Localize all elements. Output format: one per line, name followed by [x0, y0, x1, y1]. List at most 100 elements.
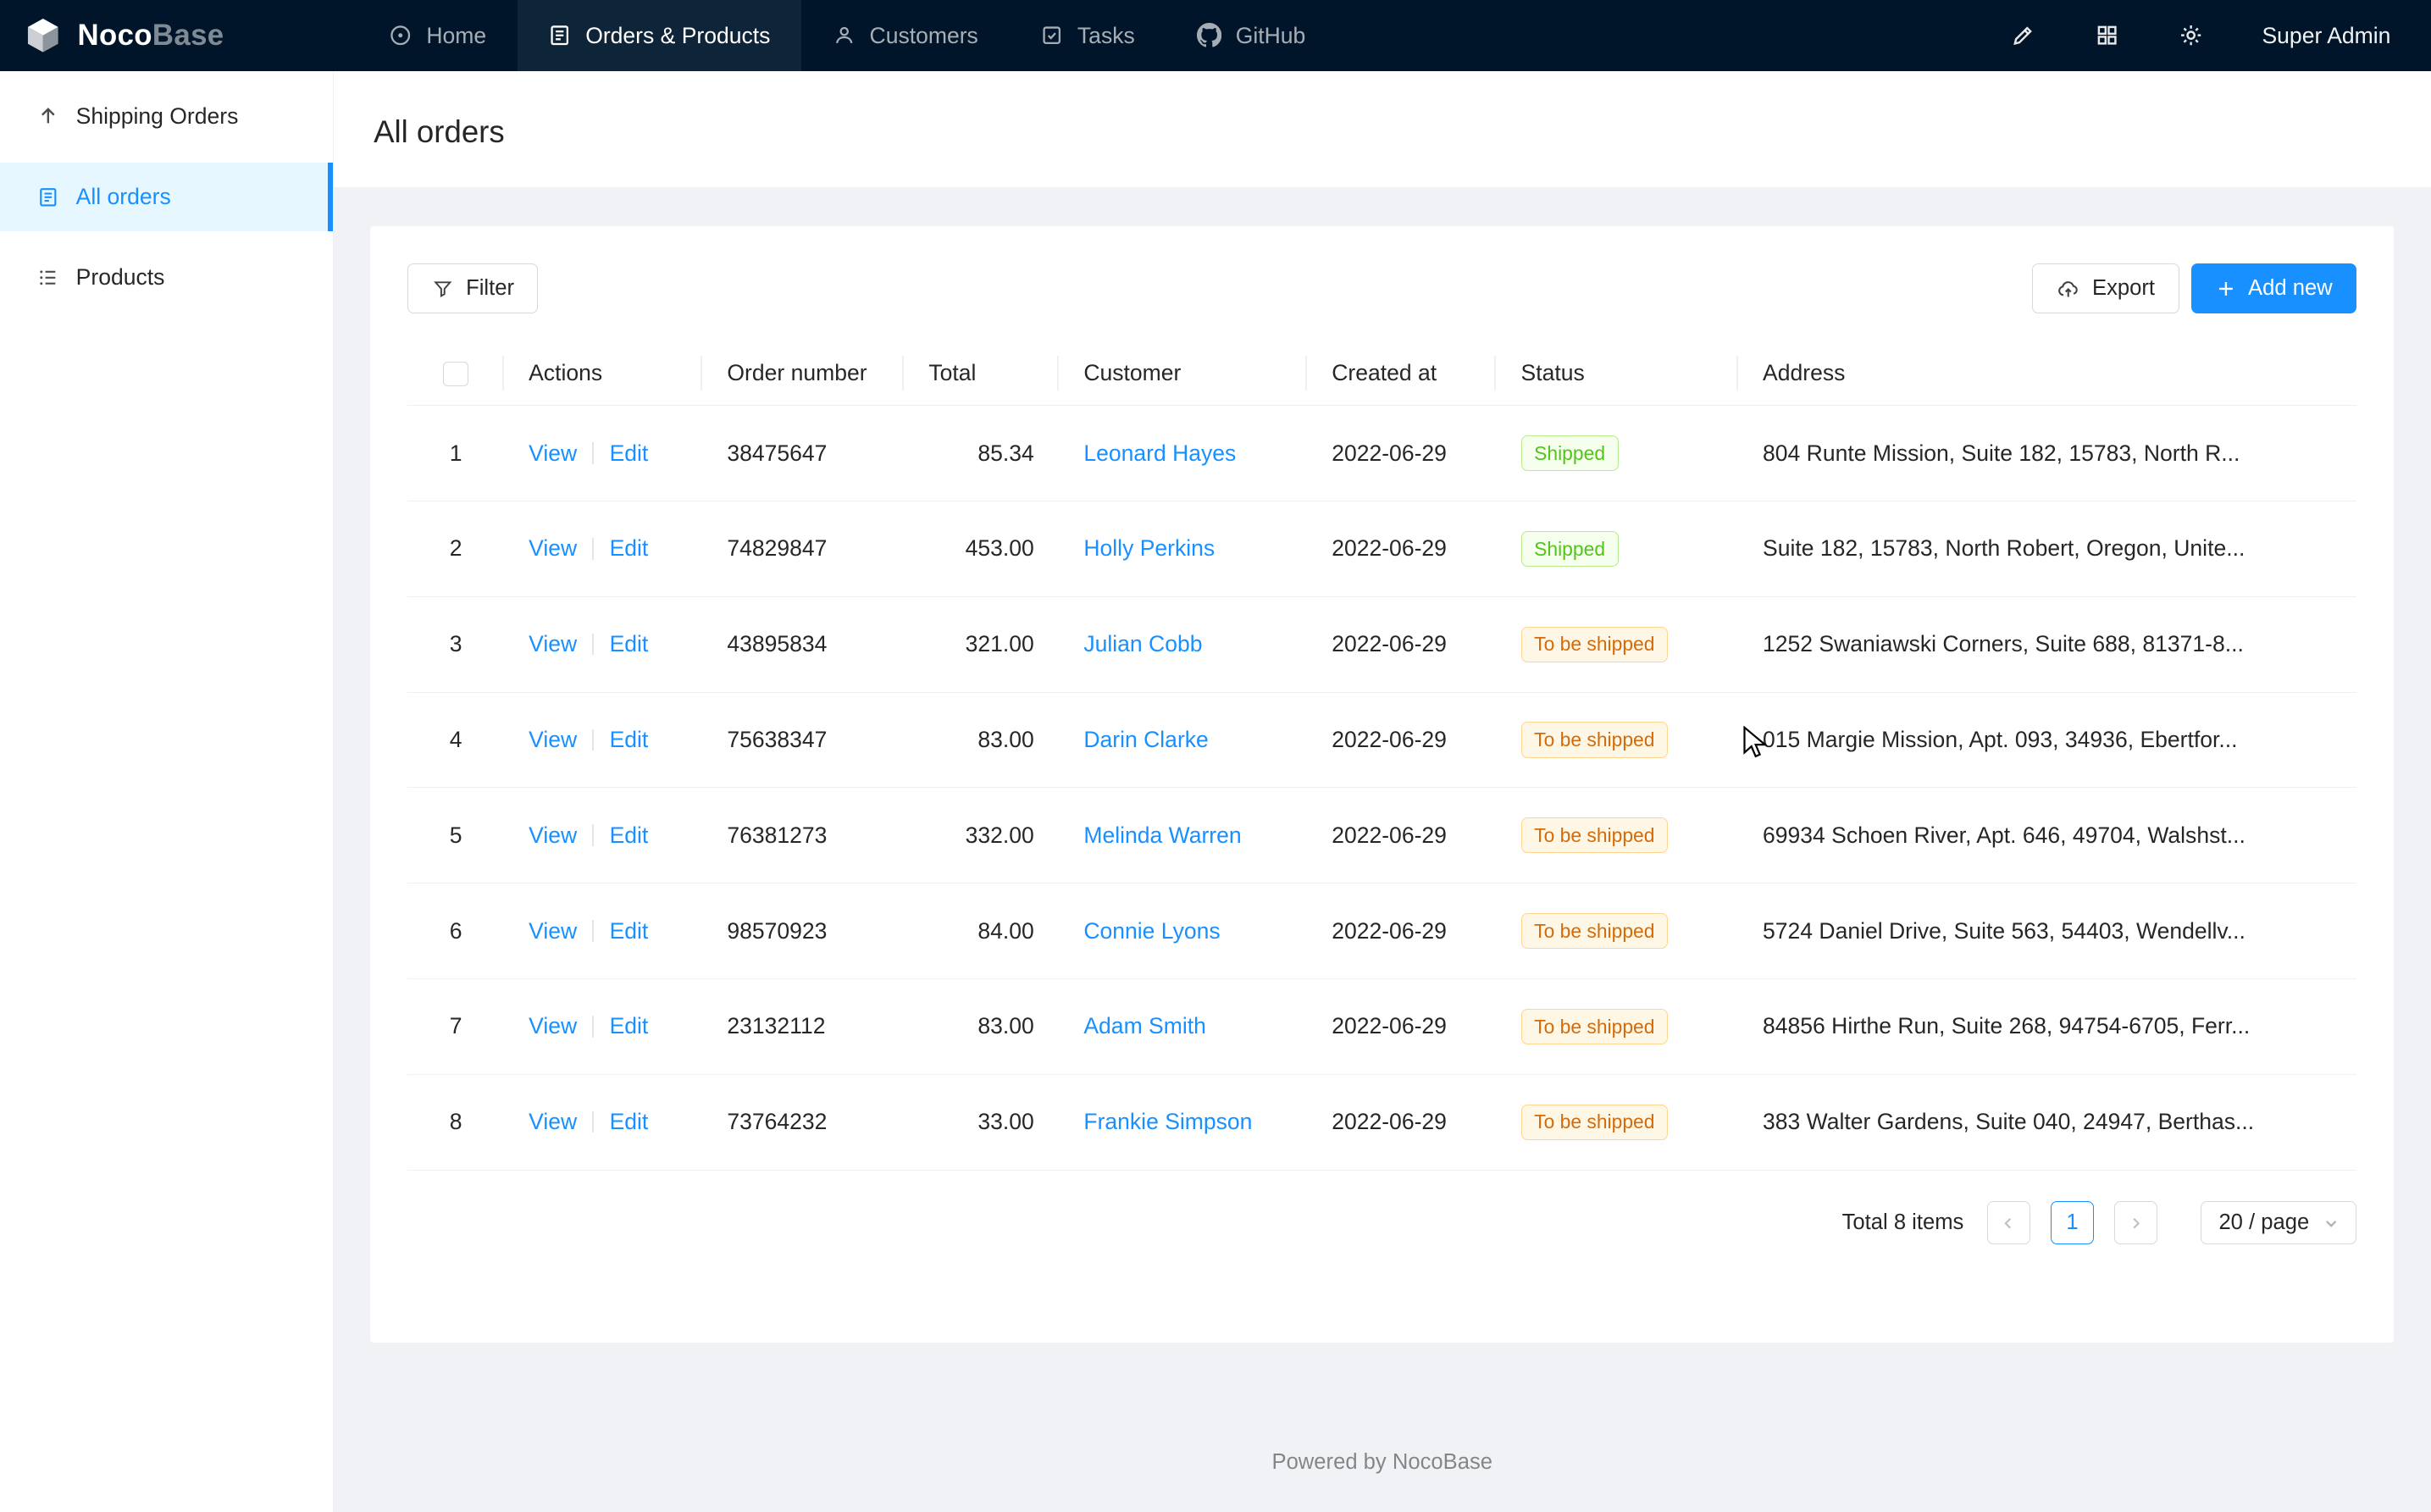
page-title: All orders [374, 110, 2390, 153]
row-index: 2 [407, 501, 503, 596]
view-link[interactable]: View [529, 822, 577, 849]
home-icon [389, 24, 412, 47]
filter-button[interactable]: Filter [407, 263, 538, 313]
settings-gear-icon[interactable] [2179, 23, 2203, 47]
total-cell: 321.00 [904, 596, 1059, 692]
body-row: Shipping Orders All orders Products All … [0, 71, 2431, 1511]
unordered-list-icon [37, 267, 59, 289]
view-link[interactable]: View [529, 1109, 577, 1135]
table-toolbar: Filter Export [407, 263, 2356, 313]
nav-item-label: Home [426, 23, 486, 49]
nocobase-cube-icon [23, 15, 64, 56]
order-number-cell: 73764232 [702, 1074, 904, 1170]
pagination-page-1[interactable]: 1 [2051, 1201, 2094, 1244]
view-link[interactable]: View [529, 727, 577, 753]
orders-table: Actions Order number Total Customer Crea… [407, 341, 2356, 1171]
nav-item-orders-products[interactable]: Orders & Products [518, 0, 801, 71]
sidebar-item-all-orders[interactable]: All orders [0, 163, 333, 231]
status-badge: To be shipped [1521, 627, 1669, 662]
total-cell: 83.00 [904, 978, 1059, 1074]
created-at-cell: 2022-06-29 [1307, 883, 1496, 979]
sidebar-item-products[interactable]: Products [0, 243, 333, 312]
customer-link[interactable]: Holly Perkins [1083, 535, 1215, 561]
edit-link[interactable]: Edit [610, 535, 649, 562]
edit-link[interactable]: Edit [610, 1109, 649, 1135]
nav-item-customers[interactable]: Customers [801, 0, 1009, 71]
action-divider [592, 824, 594, 846]
address-cell: 015 Margie Mission, Apt. 093, 34936, Ebe… [1738, 692, 2356, 788]
pagination-next-button[interactable] [2114, 1201, 2157, 1244]
column-header-actions: Actions [504, 341, 702, 406]
row-index: 1 [407, 406, 503, 501]
sidebar-item-label: Shipping Orders [76, 103, 239, 130]
created-at-cell: 2022-06-29 [1307, 692, 1496, 788]
orders-card: Filter Export [370, 226, 2394, 1343]
pagination-prev-button[interactable] [1987, 1201, 2030, 1244]
sidebar-item-label: Products [76, 264, 165, 291]
page-size-value: 20 / page [2218, 1210, 2309, 1235]
action-divider [592, 920, 594, 942]
edit-link[interactable]: Edit [610, 631, 649, 657]
status-badge: To be shipped [1521, 1105, 1669, 1140]
table-row: 1 View Edit 38475647 85.34 Leonard Haye [407, 406, 2356, 501]
address-cell: 69934 Schoen River, Apt. 646, 49704, Wal… [1738, 788, 2356, 883]
view-link[interactable]: View [529, 918, 577, 944]
edit-link[interactable]: Edit [610, 727, 649, 753]
customer-link[interactable]: Darin Clarke [1083, 727, 1208, 752]
view-link[interactable]: View [529, 440, 577, 467]
action-divider [592, 442, 594, 464]
row-index: 6 [407, 883, 503, 979]
orders-products-icon [548, 24, 571, 47]
row-index: 4 [407, 692, 503, 788]
created-at-cell: 2022-06-29 [1307, 788, 1496, 883]
created-at-cell: 2022-06-29 [1307, 596, 1496, 692]
edit-link[interactable]: Edit [610, 440, 649, 467]
customer-link[interactable]: Frankie Simpson [1083, 1109, 1252, 1134]
created-at-cell: 2022-06-29 [1307, 501, 1496, 596]
export-button-label: Export [2092, 276, 2155, 301]
add-new-button[interactable]: Add new [2191, 263, 2356, 313]
edit-link[interactable]: Edit [610, 822, 649, 849]
nav-item-tasks[interactable]: Tasks [1009, 0, 1166, 71]
customer-link[interactable]: Adam Smith [1083, 1013, 1206, 1038]
tasks-icon [1040, 24, 1063, 47]
edit-link[interactable]: Edit [610, 1013, 649, 1039]
plugin-blocks-grid-icon[interactable] [2095, 23, 2119, 47]
column-header-created-at: Created at [1307, 341, 1496, 406]
action-divider [592, 729, 594, 751]
select-all-checkbox[interactable] [443, 362, 468, 386]
logo-text-primary: Noco [78, 19, 152, 52]
topnav-right: Super Admin [2011, 0, 2431, 71]
export-button[interactable]: Export [2032, 263, 2179, 313]
address-cell: 5724 Daniel Drive, Suite 563, 54403, Wen… [1738, 883, 2356, 979]
view-link[interactable]: View [529, 1013, 577, 1039]
view-link[interactable]: View [529, 631, 577, 657]
customer-link[interactable]: Melinda Warren [1083, 822, 1241, 848]
total-cell: 85.34 [904, 406, 1059, 501]
main-area: All orders Filter [334, 71, 2431, 1511]
action-divider [592, 634, 594, 656]
nav-item-github[interactable]: GitHub [1166, 0, 1337, 71]
customer-link[interactable]: Leonard Hayes [1083, 440, 1236, 466]
created-at-cell: 2022-06-29 [1307, 1074, 1496, 1170]
column-header-status: Status [1496, 341, 1738, 406]
customer-link[interactable]: Julian Cobb [1083, 631, 1202, 656]
edit-link[interactable]: Edit [610, 918, 649, 944]
view-link[interactable]: View [529, 535, 577, 562]
table-row: 6 View Edit 98570923 84.00 Connie Lyons [407, 883, 2356, 979]
nocobase-logo[interactable]: NocoBase [0, 0, 334, 71]
nav-item-home[interactable]: Home [358, 0, 518, 71]
sidebar-item-shipping-orders[interactable]: Shipping Orders [0, 82, 333, 151]
order-number-cell: 75638347 [702, 692, 904, 788]
created-at-cell: 2022-06-29 [1307, 406, 1496, 501]
table-row: 2 View Edit 74829847 453.00 Holly Perki [407, 501, 2356, 596]
sidebar: Shipping Orders All orders Products [0, 71, 334, 1511]
user-menu[interactable]: Super Admin [2262, 23, 2390, 49]
page-size-select[interactable]: 20 / page [2201, 1201, 2356, 1244]
customer-link[interactable]: Connie Lyons [1083, 918, 1220, 944]
column-header-total: Total [904, 341, 1059, 406]
pagination-total: Total 8 items [1842, 1210, 1964, 1235]
ui-editor-pen-icon[interactable] [2011, 23, 2035, 47]
row-index: 3 [407, 596, 503, 692]
total-cell: 453.00 [904, 501, 1059, 596]
